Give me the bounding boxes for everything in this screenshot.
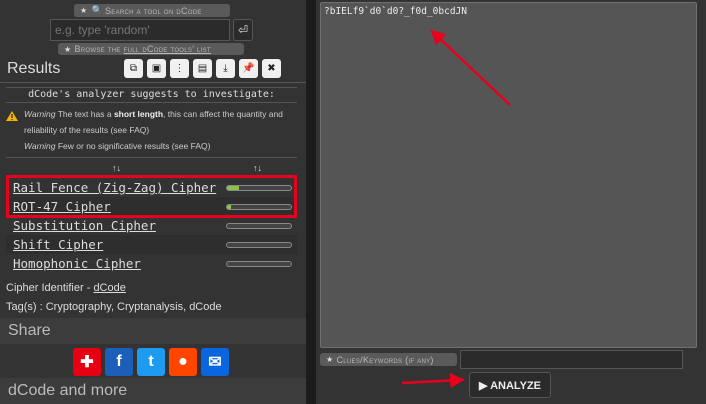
more-title: dCode and more	[8, 382, 128, 399]
results-title: Results	[7, 60, 61, 77]
save-icon: ▣	[151, 63, 162, 74]
star-icon: ★	[326, 355, 334, 364]
menu-button[interactable]: ⋮	[170, 59, 189, 78]
add-share-button[interactable]: ✚	[73, 348, 101, 376]
divider	[0, 82, 306, 83]
result-row: Shift Cipher	[6, 235, 297, 254]
clues-input[interactable]	[460, 350, 683, 369]
reddit-icon: ●	[178, 353, 188, 370]
sort-score-icon[interactable]: ↑↓	[253, 163, 262, 173]
add-share-icon: ✚	[80, 354, 94, 371]
kebab-icon: ⋮	[174, 63, 185, 74]
score-bar	[226, 241, 292, 248]
clues-label: ★ Clues/Keywords (if any)	[320, 353, 457, 366]
warning-short-length: Warning The text has a short length, thi…	[6, 106, 296, 138]
magnifier-icon: 🔍	[91, 5, 103, 15]
search-input[interactable]	[50, 19, 230, 41]
star-icon: ★	[80, 6, 88, 15]
download-button[interactable]: ⤓	[216, 59, 235, 78]
warning-label: Warning	[24, 141, 56, 151]
left-panel: ★ 🔍 Search a tool on dCode ⏎ ★ Browse th…	[0, 0, 306, 404]
cipher-identifier-credit: Cipher Identifier - dCode	[6, 282, 126, 294]
cipher-link[interactable]: Shift Cipher	[6, 237, 224, 252]
browse-link-text: full dCode tools' list	[123, 44, 211, 54]
score-bar	[226, 222, 292, 229]
analyzer-suggestion: dCode's analyzer suggests to investigate…	[6, 87, 297, 103]
email-button[interactable]: ✉	[201, 348, 229, 376]
analyze-button[interactable]: ▶ ANALYZE	[469, 372, 551, 398]
download-icon: ⤓	[223, 63, 228, 74]
search-go-button[interactable]: ⏎	[233, 19, 253, 41]
pin-button[interactable]: 📌	[239, 59, 258, 78]
reddit-button[interactable]: ●	[169, 348, 197, 376]
ciphertext-input[interactable]: ?bIELf9`d0`d0?_f0d_0bcdJN	[320, 2, 697, 348]
enter-icon: ⏎	[237, 23, 249, 37]
cipher-link[interactable]: Homophonic Cipher	[6, 256, 224, 271]
save-button[interactable]: ▣	[147, 59, 166, 78]
twitter-icon: t	[148, 353, 154, 370]
copy-button[interactable]: ⧉	[124, 59, 143, 78]
share-title: Share	[8, 322, 51, 339]
annotation-highlight-box	[6, 175, 297, 218]
browse-tools-link[interactable]: ★ Browse the full dCode tools' list	[58, 43, 244, 55]
cipher-link[interactable]: Substitution Cipher	[6, 218, 224, 233]
search-label: ★ 🔍 Search a tool on dCode	[74, 4, 230, 17]
result-row: Homophonic Cipher	[6, 254, 297, 273]
right-panel: ?bIELf9`d0`d0?_f0d_0bcdJN ★ Clues/Keywor…	[316, 0, 706, 404]
warning-text: The text has a	[55, 109, 114, 119]
close-icon: ✖	[267, 63, 276, 74]
print-icon: ▤	[197, 63, 208, 74]
clues-label-text: Clues/Keywords (if any)	[336, 354, 434, 365]
warning-emphasis: short length	[113, 109, 164, 119]
twitter-button[interactable]: t	[137, 348, 165, 376]
warning-text: Few or no significative results (see FAQ…	[55, 141, 211, 151]
pin-icon: 📌	[242, 63, 255, 74]
close-button[interactable]: ✖	[262, 59, 281, 78]
result-row: Substitution Cipher	[6, 216, 297, 235]
email-icon: ✉	[208, 354, 222, 371]
panel-splitter[interactable]	[306, 0, 316, 404]
dcode-link[interactable]: dCode	[93, 282, 125, 294]
sort-name-icon[interactable]: ↑↓	[112, 163, 121, 173]
browse-prefix: Browse the	[74, 44, 121, 54]
divider	[6, 157, 297, 158]
warning-label: Warning	[24, 109, 56, 119]
score-bar	[226, 260, 292, 267]
warning-few-results: Warning Few or no significative results …	[24, 138, 314, 154]
credit-prefix: Cipher Identifier -	[6, 282, 94, 294]
search-label-text: Search a tool on dCode	[105, 5, 202, 16]
print-button[interactable]: ▤	[193, 59, 212, 78]
star-icon: ★	[64, 44, 72, 54]
social-buttons: ✚ f t ● ✉	[73, 348, 229, 376]
copy-icon: ⧉	[129, 63, 138, 74]
results-toolbar: ⧉ ▣ ⋮ ▤ ⤓ 📌 ✖	[124, 59, 281, 78]
tags: Tag(s) : Cryptography, Cryptanalysis, dC…	[6, 301, 222, 313]
facebook-button[interactable]: f	[105, 348, 133, 376]
facebook-icon: f	[116, 353, 122, 370]
